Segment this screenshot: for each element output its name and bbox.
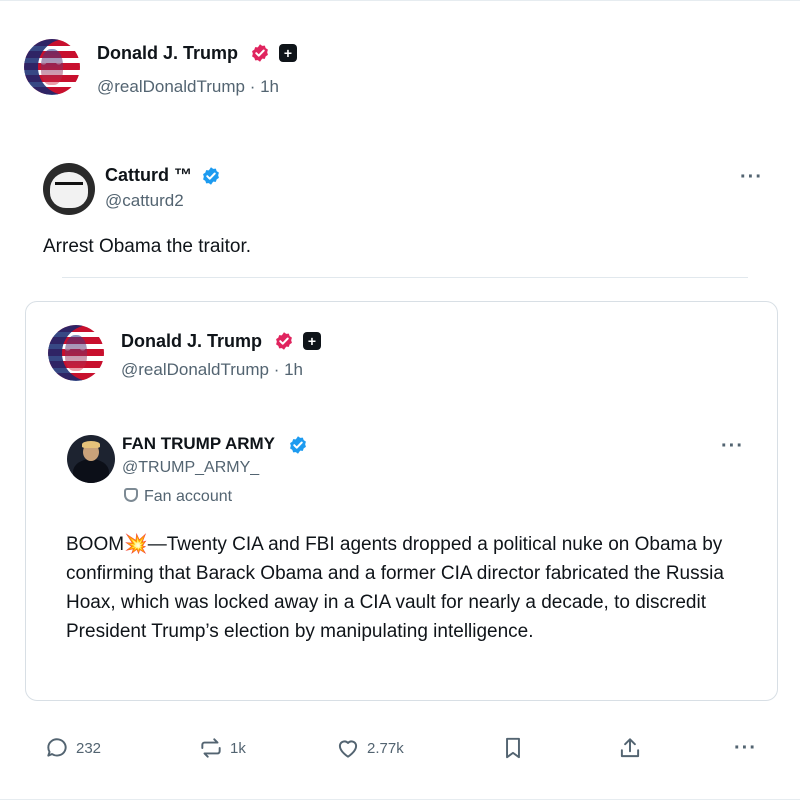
cat-glasses [55, 182, 83, 192]
catturd-avatar[interactable] [43, 163, 95, 215]
bookmark-button[interactable] [500, 731, 526, 765]
fan-trump-army-avatar[interactable] [67, 435, 115, 483]
catturd-name[interactable]: Catturd ™ [105, 165, 192, 186]
fan-trump-army-handle[interactable]: @TRUMP_ARMY_ [122, 459, 259, 477]
quoted-author-handle-text: @realDonaldTrump [121, 360, 269, 379]
author-name[interactable]: Donald J. Trump [97, 43, 238, 64]
blue-verified-badge-icon [203, 167, 219, 185]
post-page: Donald J. Trump + @realDonaldTrump · 1h … [0, 0, 800, 800]
quoted-post-time: · 1h [273, 360, 303, 379]
author-avatar[interactable] [24, 39, 80, 95]
fan-account-text: Fan account [144, 488, 233, 505]
more-options-button[interactable]: ··· [740, 167, 763, 187]
catturd-handle[interactable]: @catturd2 [105, 191, 184, 211]
like-count: 2.77k [367, 739, 404, 757]
quoted-post-text: BOOM💥—Twenty CIA and FBI agents dropped … [66, 534, 724, 642]
author-handle[interactable]: @realDonaldTrump · 1h [97, 77, 279, 97]
plus-square-badge-icon: + [303, 332, 321, 350]
reply-icon [47, 738, 67, 757]
like-button[interactable]: 2.77k [335, 731, 404, 765]
repost-button[interactable]: 1k [198, 731, 246, 765]
bookmark-icon [506, 737, 520, 759]
divider [62, 277, 748, 278]
author-handle-text: @realDonaldTrump [97, 77, 245, 96]
avatar-hair [82, 441, 100, 448]
blue-verified-badge-icon [290, 436, 306, 454]
quoted-author-name[interactable]: Donald J. Trump [121, 331, 262, 352]
quoted-author-handle[interactable]: @realDonaldTrump · 1h [121, 360, 303, 380]
post-text: Arrest Obama the traitor. [43, 236, 252, 257]
plus-square-badge-icon: + [279, 44, 297, 62]
fan-trump-army-name[interactable]: FAN TRUMP ARMY [122, 434, 275, 454]
pink-verified-badge-icon [276, 332, 292, 350]
more-options-button[interactable]: ··· [721, 436, 744, 456]
pink-verified-badge-icon [252, 44, 268, 62]
reply-button[interactable]: 232 [44, 731, 101, 765]
post-time: · 1h [249, 77, 279, 96]
reply-count: 232 [76, 739, 102, 757]
quoted-author-avatar[interactable] [48, 325, 104, 381]
share-icon [620, 738, 640, 758]
fan-account-label: Fan account [124, 488, 232, 506]
repost-icon [201, 738, 221, 758]
mask-icon [124, 488, 138, 502]
share-button[interactable] [617, 731, 643, 765]
heart-icon [338, 740, 358, 758]
more-actions-button[interactable]: ··· [734, 738, 757, 758]
avatar-suit [73, 459, 109, 483]
repost-count: 1k [230, 739, 246, 757]
